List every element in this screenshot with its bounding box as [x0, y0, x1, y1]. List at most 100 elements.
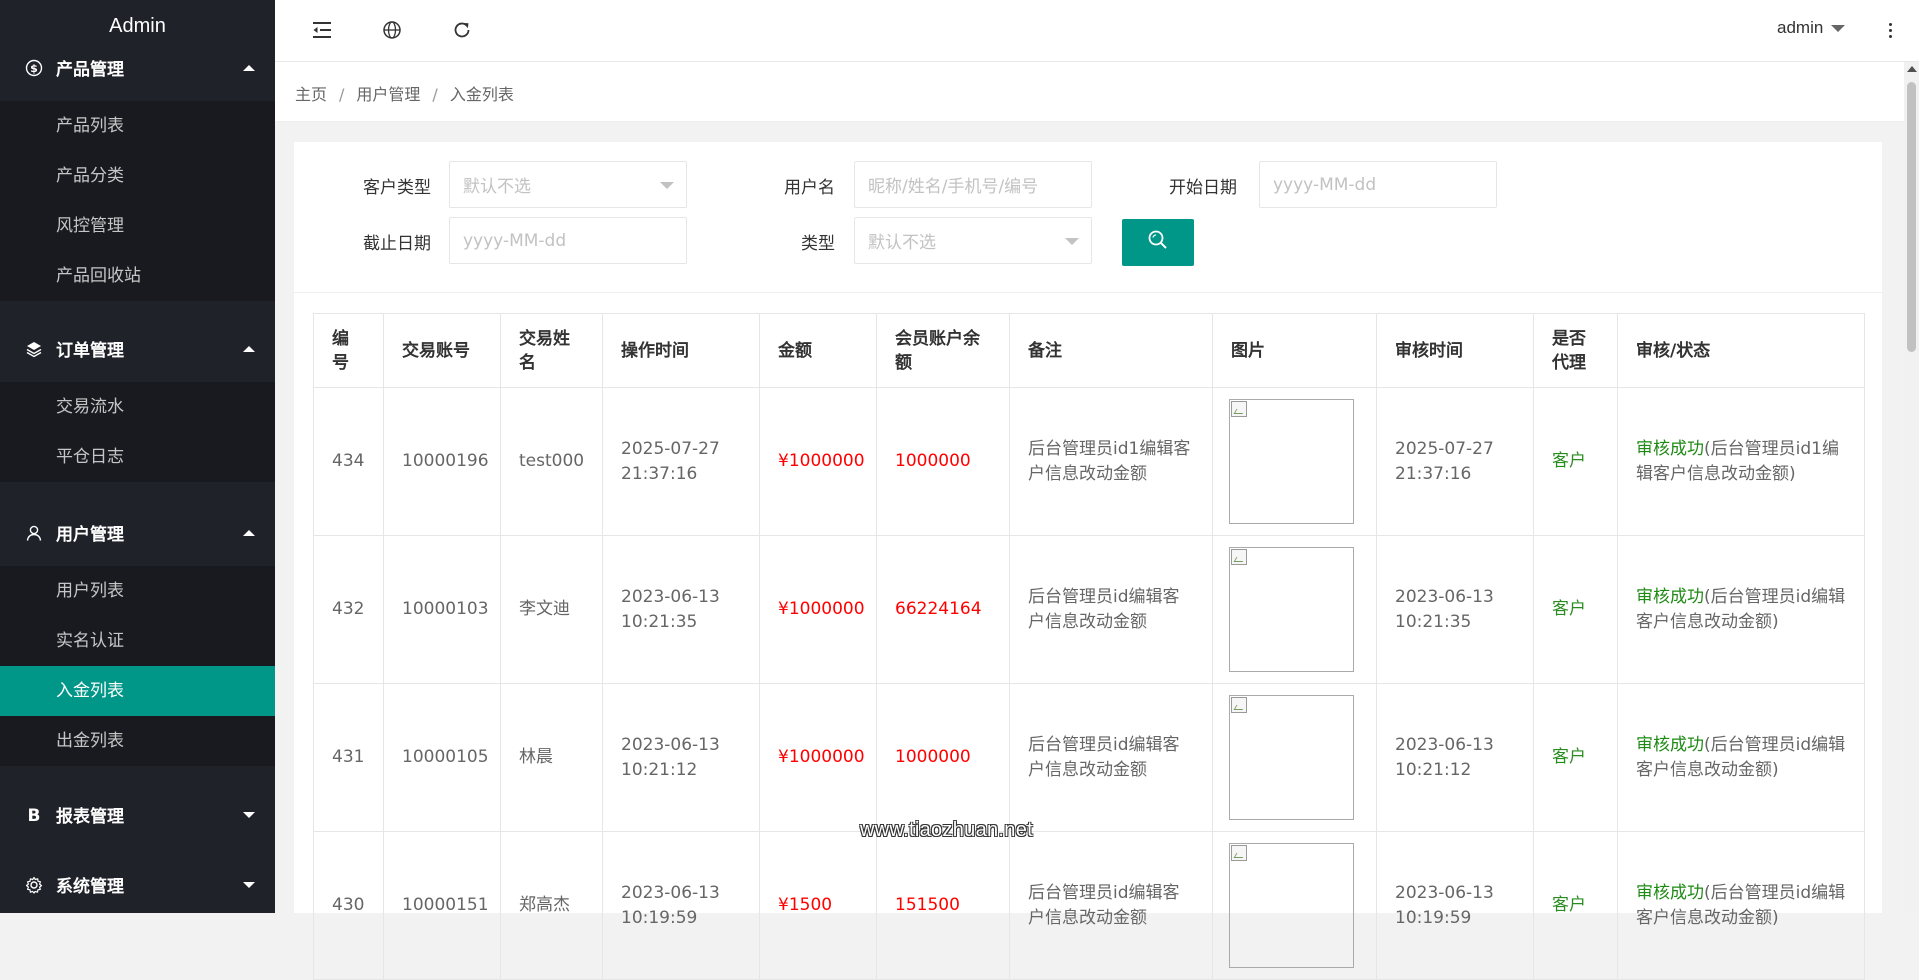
breadcrumb-home[interactable]: 主页: [295, 85, 327, 104]
dollar-circle-icon: $: [24, 58, 44, 78]
username-input[interactable]: 昵称/姓名/手机号/编号: [854, 161, 1092, 208]
cell-image: [1212, 535, 1377, 684]
cell-account-text: 10000103: [402, 599, 489, 619]
cell-image: [1212, 387, 1377, 536]
cell-op-time-text: 2023-06-13 10:21:35: [621, 586, 720, 632]
cell-op-time-text: 2023-06-13 10:21:12: [621, 734, 720, 780]
cell-agent-text: 客户: [1552, 747, 1586, 767]
customer-type-select[interactable]: 默认不选: [449, 161, 687, 208]
menu-group-head-products[interactable]: $ 产品管理: [0, 34, 275, 101]
cell-amount: ¥1000000: [759, 535, 877, 684]
cell-audit-time-text: 2023-06-13 10:19:59: [1395, 882, 1494, 928]
sidebar-item-trade-flow[interactable]: 交易流水: [0, 382, 275, 432]
cell-remark: 后台管理员id编辑客户信息改动金额: [1009, 683, 1213, 832]
column-header: 金额: [759, 313, 877, 388]
menu-group-label: 产品管理: [56, 60, 124, 80]
cell-name: 李文迪: [500, 535, 603, 684]
broken-image-icon[interactable]: [1229, 695, 1354, 820]
cell-audit-time: 2023-06-13 10:21:12: [1376, 683, 1534, 832]
broken-image-icon[interactable]: [1229, 547, 1354, 672]
start-date-input[interactable]: yyyy-MM-dd: [1259, 161, 1497, 208]
menu-group-head-system[interactable]: 系统管理: [0, 851, 275, 913]
menu-group-label: 报表管理: [56, 807, 124, 827]
refresh-icon[interactable]: [450, 18, 474, 42]
cell-audit-time-text: 2023-06-13 10:21:35: [1395, 586, 1494, 632]
menu-group-label: 订单管理: [56, 341, 124, 361]
sidebar-item-real-name[interactable]: 实名认证: [0, 616, 275, 666]
breadcrumb: 主页 / 用户管理 / 入金列表: [295, 81, 514, 105]
vertical-scrollbar[interactable]: [1904, 62, 1919, 913]
watermark-text: www.tiaozhuan.net: [860, 819, 1033, 841]
column-header: 编号: [313, 313, 384, 388]
menu-group-label: 用户管理: [56, 525, 124, 545]
cell-audit-time: 2023-06-13 10:21:35: [1376, 535, 1534, 684]
column-header: 是否代理: [1533, 313, 1618, 388]
chevron-up-icon: [243, 529, 255, 536]
column-header: 操作时间: [602, 313, 760, 388]
broken-image-icon[interactable]: [1229, 399, 1354, 524]
scrollbar-thumb[interactable]: [1907, 82, 1916, 352]
cell-remark-text: 后台管理员id编辑客户信息改动金额: [1028, 882, 1180, 928]
image-placeholder-icon: [1231, 401, 1247, 417]
cell-remark: 后台管理员id编辑客户信息改动金额: [1009, 831, 1213, 980]
chevron-up-icon: [243, 345, 255, 352]
cell-balance-text: 151500: [895, 895, 960, 915]
menu-group-reports: B 报表管理: [0, 781, 275, 848]
chevron-down-icon: [1831, 24, 1846, 32]
menu-fold-icon[interactable]: [310, 18, 334, 42]
submenu-users: 用户列表 实名认证 入金列表 出金列表: [0, 566, 275, 766]
cell-account: 10000103: [383, 535, 501, 684]
submenu-orders: 交易流水 平仓日志: [0, 382, 275, 482]
breadcrumb-bar: 主页 / 用户管理 / 入金列表: [275, 62, 1904, 122]
more-vertical-icon[interactable]: [1880, 18, 1900, 42]
sidebar-item-close-log[interactable]: 平仓日志: [0, 432, 275, 482]
chevron-up-icon: [243, 64, 255, 71]
cell-amount: ¥1000000: [759, 683, 877, 832]
breadcrumb-section[interactable]: 用户管理: [356, 85, 420, 104]
cell-op-time: 2025-07-27 21:37:16: [602, 387, 760, 536]
cell-audit-time-text: 2025-07-27 21:37:16: [1395, 438, 1494, 484]
start-date-placeholder: yyyy-MM-dd: [1273, 174, 1377, 195]
user-menu[interactable]: admin: [1777, 18, 1846, 38]
table-row: 431 10000105 林晨 2023-06-13 10:21:12 ¥1000000…: [313, 683, 1865, 832]
cell-balance-text: 1000000: [895, 747, 971, 767]
scroll-up-icon[interactable]: [1907, 66, 1917, 72]
table-row: 432 10000103 李文迪 2023-06-13 10:21:35 ¥100000…: [313, 535, 1865, 684]
cell-image: [1212, 683, 1377, 832]
search-button[interactable]: [1122, 219, 1194, 266]
cell-balance: 66224164: [876, 535, 1010, 684]
column-header: 备注: [1009, 313, 1213, 388]
globe-icon[interactable]: [380, 18, 404, 42]
customer-type-placeholder: 默认不选: [463, 177, 531, 197]
sidebar-item-withdraw-list[interactable]: 出金列表: [0, 716, 275, 766]
username-placeholder: 昵称/姓名/手机号/编号: [868, 177, 1039, 197]
menu-group-head-users[interactable]: 用户管理: [0, 499, 275, 566]
sidebar-item-user-list[interactable]: 用户列表: [0, 566, 275, 616]
column-header: 图片: [1212, 313, 1377, 388]
cell-status: 审核成功(后台管理员id1编辑客户信息改动金额): [1617, 387, 1865, 536]
cell-op-time: 2023-06-13 10:19:59: [602, 831, 760, 980]
menu-group-products: $ 产品管理 产品列表 产品分类 风控管理 产品回收站: [0, 34, 275, 301]
menu-group-head-reports[interactable]: B 报表管理: [0, 781, 275, 848]
sidebar-item-deposit-list[interactable]: 入金列表: [0, 666, 275, 716]
username-label: 用户名: [784, 178, 835, 198]
menu-group-orders: 订单管理 交易流水 平仓日志: [0, 315, 275, 482]
cell-id-text: 432: [332, 599, 365, 619]
cell-account-text: 10000151: [402, 895, 489, 915]
end-date-input[interactable]: yyyy-MM-dd: [449, 217, 687, 264]
cell-balance-text: 66224164: [895, 599, 982, 619]
user-icon: [24, 523, 44, 543]
cell-amount-text: ¥1000000: [778, 747, 865, 767]
sidebar-item-product-category[interactable]: 产品分类: [0, 151, 275, 201]
sidebar-item-product-list[interactable]: 产品列表: [0, 101, 275, 151]
sidebar-item-risk-control[interactable]: 风控管理: [0, 201, 275, 251]
cell-name-text: 李文迪: [519, 599, 570, 619]
sidebar-item-product-recycle[interactable]: 产品回收站: [0, 251, 275, 301]
cell-agent-text: 客户: [1552, 895, 1586, 915]
menu-group-head-orders[interactable]: 订单管理: [0, 315, 275, 382]
cell-id: 430: [313, 831, 384, 980]
type-select[interactable]: 默认不选: [854, 217, 1092, 264]
cell-amount: ¥1000000: [759, 387, 877, 536]
deposit-table: 编号 交易账号 交易姓名 操作时间 金额 会员账户余额 备注 图片 审核时间 是…: [313, 313, 1865, 980]
broken-image-icon[interactable]: [1229, 843, 1354, 968]
